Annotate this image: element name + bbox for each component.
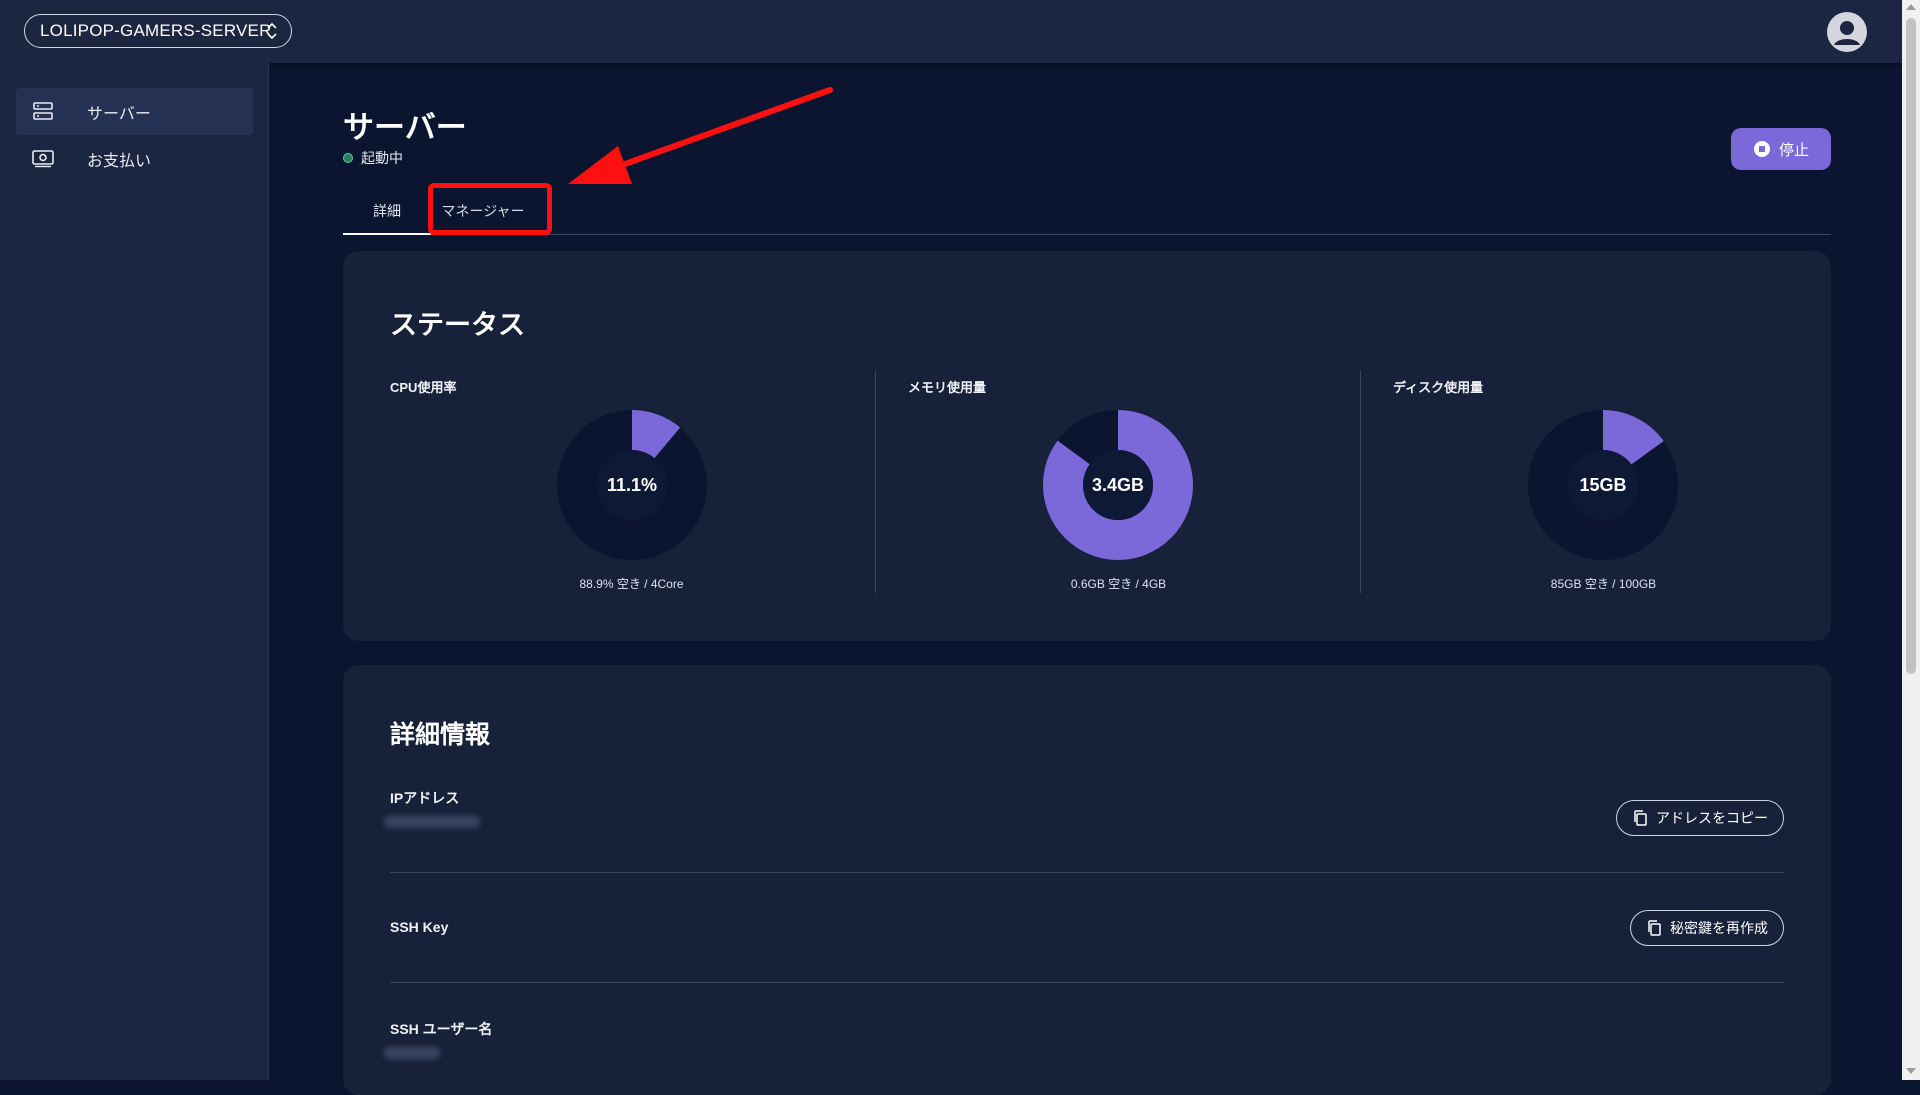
details-card: 詳細情報 IPアドレス アドレスをコピー SSH Key 秘密鍵を再作成 SSH… [343,665,1831,1095]
sidebar-item-label: サーバー [87,105,151,123]
status-text: 起動中 [361,150,403,166]
ip-address-value-redacted [384,816,480,828]
status-card-title: ステータス [390,310,525,340]
top-bar: LOLIPOP-GAMERS-SERVER [0,0,1902,63]
metric-value: 3.4GB [1091,474,1145,495]
stop-icon [1753,141,1770,157]
server-selector[interactable]: LOLIPOP-GAMERS-SERVER [24,14,292,48]
sidebar-item-payment[interactable]: お支払い [16,135,253,182]
ssh-user-row: SSH ユーザー名 [384,1019,1784,1079]
metric-value: 15GB [1579,474,1627,495]
tab-manager[interactable]: マネージャー [431,188,535,234]
cpu-metric: CPU使用率 11.1% 88.9% 空き / 4Core [390,371,875,593]
tab-bar: 詳細 マネージャー [343,188,1831,235]
sidebar-item-label: お支払い [87,152,152,170]
ssh-user-label: SSH ユーザー名 [390,1021,493,1037]
scroll-up-arrow-icon[interactable] [1906,4,1916,10]
copy-icon [1648,920,1661,936]
metric-value: 11.1% [606,474,658,495]
copy-address-label: アドレスをコピー [1656,810,1768,826]
metric-footer: 0.6GB 空き / 4GB [1070,577,1167,591]
status-dot-icon [343,153,353,163]
divider [390,872,1784,873]
regenerate-key-button[interactable]: 秘密鍵を再作成 [1630,910,1784,946]
sidebar: サーバー お支払い [0,63,269,1080]
copy-address-button[interactable]: アドレスをコピー [1616,800,1784,836]
scrollbar-thumb[interactable] [1906,18,1916,674]
metric-label: CPU使用率 [390,380,457,395]
ssh-key-label: SSH Key [390,919,449,935]
sidebar-item-server[interactable]: サーバー [16,88,253,135]
metric-label: メモリ使用量 [908,380,987,395]
ssh-user-value-redacted [384,1047,440,1059]
copy-icon [1634,810,1647,826]
chevron-up-down-icon [267,22,277,40]
annotation-arrow-icon [568,87,833,184]
metric-footer: 88.9% 空き / 4Core [579,577,684,591]
disk-metric: ディスク使用量 15GB 85GB 空き / 100GB [1360,371,1846,593]
scroll-down-arrow-icon[interactable] [1906,1068,1916,1074]
regenerate-key-label: 秘密鍵を再作成 [1670,920,1768,936]
metric-label: ディスク使用量 [1393,380,1484,395]
page-title: サーバー [343,110,467,145]
status-card: ステータス CPU使用率 11.1% 88.9% 空き / 4Core メモリ使… [343,251,1831,641]
divider [390,982,1784,983]
details-card-title: 詳細情報 [390,721,491,749]
stop-label: 停止 [1778,141,1809,159]
server-name: LOLIPOP-GAMERS-SERVER [40,21,272,40]
ip-address-row: IPアドレス アドレスをコピー [384,788,1784,848]
metric-footer: 85GB 空き / 100GB [1550,577,1657,591]
tab-details[interactable]: 詳細 [343,188,431,235]
ssh-key-row: SSH Key 秘密鍵を再作成 [390,910,1784,979]
memory-metric: メモリ使用量 3.4GB 0.6GB 空き / 4GB [875,371,1361,593]
server-icon [33,102,53,120]
ip-address-label: IPアドレス [390,790,460,806]
payment-icon [32,150,54,168]
stop-button[interactable]: 停止 [1731,128,1831,170]
server-status: 起動中 [343,148,403,168]
user-avatar-icon[interactable] [1827,12,1867,52]
